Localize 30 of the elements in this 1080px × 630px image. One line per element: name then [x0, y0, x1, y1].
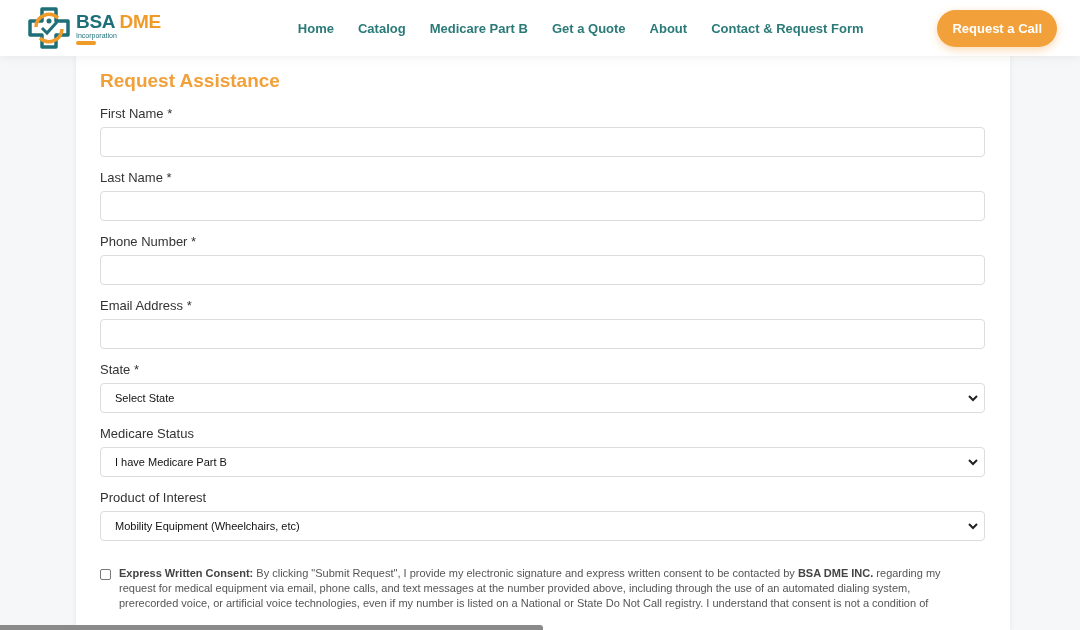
consent-checkbox[interactable] [100, 569, 111, 580]
nav-link[interactable]: Catalog [357, 20, 406, 36]
consent-text: Express Written Consent: By clicking "Submit Request", I provide my electronic signature and express written consent to be contacted by BSA DME INC. regarding my request for medical equipment via email, phone calls, and text messages at the number provided above, including through the use of an automated dialing system, prerecorded voice, or artificial voice technologies, even if my number is listed on a National or State Do Not Call registry. I understand that consent is not a condition of [119, 566, 942, 611]
select-field[interactable]: Select State [100, 383, 985, 413]
nav-link[interactable]: Medicare Part B [429, 20, 528, 36]
field-label: Email Address * [100, 297, 193, 314]
chevron-down-icon [968, 522, 978, 530]
field-label: Product of Interest [100, 489, 208, 506]
select-field[interactable]: I have Medicare Part B [100, 447, 985, 477]
form-title: Request Assistance [100, 69, 281, 93]
cross-logo-icon [26, 5, 72, 51]
scrollbar[interactable] [0, 625, 543, 630]
nav-link[interactable]: Get a Quote [551, 20, 626, 36]
chevron-down-icon [968, 458, 978, 466]
input-field[interactable] [100, 127, 985, 157]
chevron-down-icon [968, 394, 978, 402]
field-label: Last Name * [100, 169, 173, 186]
input-field[interactable] [100, 255, 985, 285]
nav-link[interactable]: Contact & Request Form [711, 20, 864, 36]
nav-link[interactable]: Home [297, 20, 334, 36]
field-label: Medicare Status [100, 425, 195, 442]
field-label: Phone Number * [100, 233, 198, 250]
select-field[interactable]: Mobility Equipment (Wheelchairs, etc) [100, 511, 985, 541]
field-label: First Name * [100, 105, 174, 122]
input-field[interactable] [100, 319, 985, 349]
brand-name: BSA DME [76, 11, 161, 32]
nav-link[interactable]: About [649, 20, 688, 36]
input-field[interactable] [100, 191, 985, 221]
field-label: State * [100, 361, 141, 378]
logo-underline [76, 40, 96, 45]
